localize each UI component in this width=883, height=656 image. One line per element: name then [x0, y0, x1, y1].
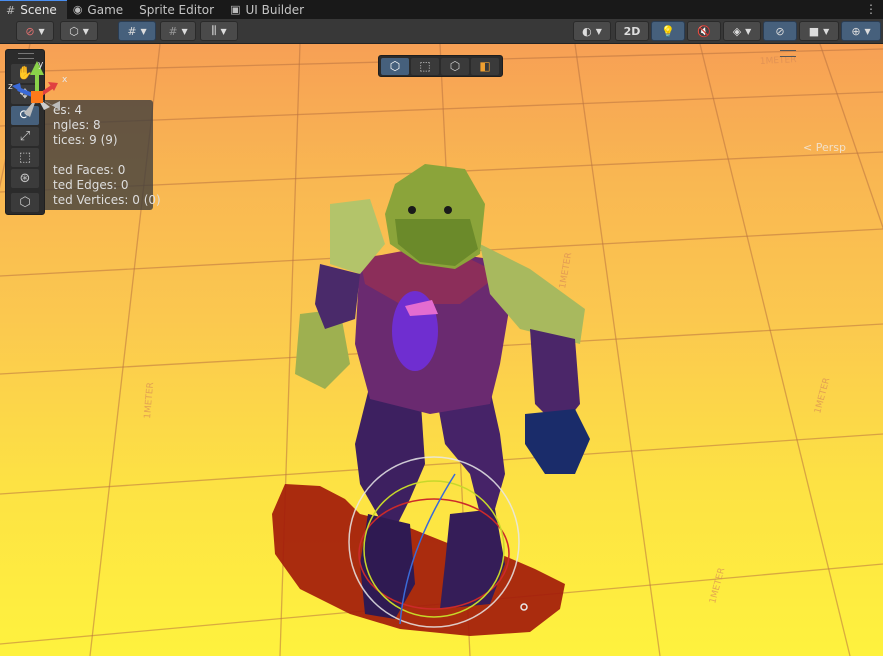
right-eye: [444, 206, 452, 214]
tab-game[interactable]: ◉ Game: [67, 0, 133, 19]
tab-sprite-editor-label: Sprite Editor: [139, 2, 215, 17]
gizmo-menu-icon[interactable]: [780, 50, 796, 57]
scene-toolbar: ⊘ ▼ ⬡ ▼ # ▼ # ▼ ⫼ ▼ ◐ ▼ 2D 💡 🔇 ◈ ▼ ⊘ ■ ▼ ⊕ ▼: [0, 19, 883, 44]
layers-icon: ◈: [732, 24, 742, 38]
light-bulb-icon: 💡: [661, 24, 675, 38]
svg-text:1METER: 1METER: [813, 377, 832, 415]
tab-game-label: Game: [87, 2, 124, 17]
gizmo-x-label: x: [62, 75, 68, 85]
window-tab-bar: # Scene ◉ Game Sprite Editor ▣ UI Builde…: [0, 0, 883, 19]
chevron-down-icon: ▼: [745, 26, 752, 36]
gamepad-icon: ◉: [72, 3, 83, 16]
gizmo-z-label: z: [8, 82, 13, 92]
chevron-down-icon: ▼: [823, 26, 830, 36]
tab-ui-builder-label: UI Builder: [245, 2, 305, 17]
svg-text:1METER: 1METER: [143, 382, 156, 419]
chevron-down-icon: ▼: [82, 26, 89, 36]
chevron-down-icon: ▼: [140, 26, 147, 36]
speaker-mute-icon: 🔇: [697, 24, 711, 38]
chevron-down-icon: ▼: [38, 26, 45, 36]
left-upper-arm: [315, 264, 360, 329]
cube-object-icon: ⬡: [389, 59, 401, 73]
ruler-snapping-dropdown[interactable]: ⫼ ▼: [200, 21, 238, 41]
toggle-2d-label: 2D: [623, 24, 641, 38]
scene-visibility-toggle[interactable]: ⊘: [763, 21, 797, 41]
lighting-toggle[interactable]: 💡: [651, 21, 685, 41]
character-shadow: [272, 484, 565, 636]
left-eye: [408, 206, 416, 214]
face-mode-button[interactable]: ◧: [471, 57, 499, 75]
cube-icon: ⬡: [69, 24, 79, 38]
ruler-icon: ⫼: [211, 24, 217, 37]
face-icon: ◧: [479, 59, 491, 73]
edge-mode-button[interactable]: ⬡: [441, 57, 469, 75]
eye-hidden-icon: ⊘: [775, 24, 785, 38]
vertex-icon: ⬚: [419, 59, 431, 73]
stat-selected-vertices: ted Vertices: 0 (0): [53, 193, 161, 207]
tab-scene[interactable]: # Scene: [0, 0, 67, 19]
kebab-menu-icon[interactable]: ⋮: [865, 2, 877, 16]
stat-selected-faces: ted Faces: 0: [53, 163, 126, 177]
transform-tool-button[interactable]: ⊛: [11, 169, 39, 188]
gizmo-y-label: y: [38, 60, 44, 70]
svg-text:1METER: 1METER: [708, 567, 727, 605]
stat-selected-edges: ted Edges: 0: [53, 178, 129, 192]
toggle-2d-button[interactable]: 2D: [615, 21, 649, 41]
sphere-icon: ◐: [582, 24, 592, 38]
chevron-down-icon: ▼: [181, 26, 188, 36]
gizmos-dropdown[interactable]: ⊕ ▼: [841, 21, 881, 41]
gizmo-icon: ⊕: [851, 24, 861, 38]
chevron-down-icon: ▼: [595, 26, 602, 36]
snap-grid-icon: #: [168, 24, 178, 38]
tab-ui-builder[interactable]: ▣ UI Builder: [224, 0, 314, 19]
tab-scene-label: Scene: [20, 3, 57, 17]
tab-sprite-editor[interactable]: Sprite Editor: [133, 0, 224, 19]
grid-snapping-dropdown[interactable]: # ▼: [118, 21, 156, 41]
ui-builder-icon: ▣: [230, 3, 241, 16]
svg-text:1METER: 1METER: [558, 252, 574, 290]
hash-icon: #: [6, 3, 16, 17]
cube-icon: ⬡: [19, 195, 31, 210]
scene-viewport[interactable]: 1METER 1METER 1METER 1METER 1METER 1METE…: [0, 44, 883, 656]
edge-icon: ⬡: [449, 59, 461, 73]
camera-icon: ■: [808, 24, 820, 38]
transform-icon: ⊛: [19, 171, 31, 186]
projection-label[interactable]: < Persp: [803, 141, 846, 154]
draw-mode-icon: ⊘: [25, 24, 35, 38]
selection-mode-overlay: ⬡ ⬚ ⬡ ◧: [378, 55, 503, 77]
effects-dropdown[interactable]: ◈ ▼: [723, 21, 761, 41]
orientation-gizmo[interactable]: y x z: [0, 55, 90, 155]
vertex-mode-button[interactable]: ⬚: [411, 57, 439, 75]
audio-toggle[interactable]: 🔇: [687, 21, 721, 41]
shading-mode-dropdown[interactable]: ◐ ▼: [573, 21, 611, 41]
custom-tool-button[interactable]: ⬡: [11, 193, 39, 212]
object-mode-button[interactable]: ⬡: [381, 57, 409, 75]
render-mode-dropdown[interactable]: ⬡ ▼: [60, 21, 98, 41]
grid-icon: #: [127, 24, 137, 38]
chevron-down-icon: ▼: [864, 26, 871, 36]
increment-snapping-dropdown[interactable]: # ▼: [160, 21, 196, 41]
chevron-down-icon: ▼: [220, 26, 227, 36]
camera-dropdown[interactable]: ■ ▼: [799, 21, 839, 41]
right-hand: [525, 409, 590, 474]
draw-mode-dropdown[interactable]: ⊘ ▼: [16, 21, 54, 41]
